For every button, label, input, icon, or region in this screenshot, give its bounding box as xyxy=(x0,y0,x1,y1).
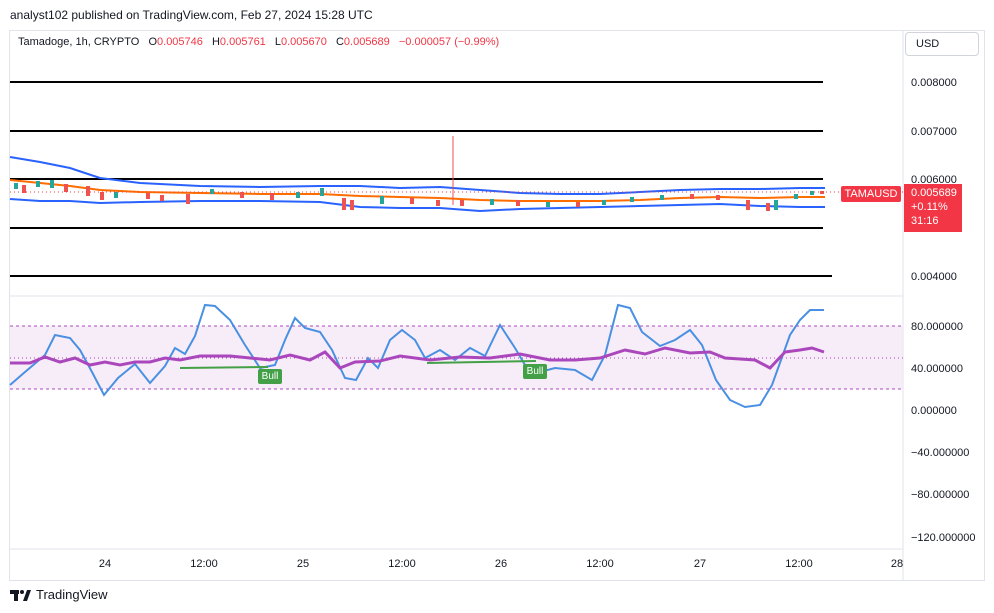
last-price-tag: 0.005689 +0.11% 31:16 xyxy=(904,184,962,232)
price-axis-label: 0.008000 xyxy=(911,77,957,89)
indicator-axis-label: 40.000000 xyxy=(911,363,963,375)
candle xyxy=(86,186,90,196)
time-axis-label: 12:00 xyxy=(785,558,813,570)
symbol-price-tag: TAMAUSD xyxy=(841,186,901,202)
bull-divergence-line xyxy=(179,366,269,369)
candlesticks xyxy=(14,180,824,211)
tradingview-logo-icon xyxy=(10,589,31,601)
candle xyxy=(342,198,346,210)
candle xyxy=(794,194,798,199)
horizontal-levels xyxy=(10,81,832,277)
candle xyxy=(186,194,190,204)
time-axis-label: 12:00 xyxy=(388,558,416,570)
candle xyxy=(240,192,244,198)
candle xyxy=(160,195,164,201)
time-axis-label: 26 xyxy=(495,558,507,570)
candle xyxy=(436,200,440,206)
candle xyxy=(660,195,664,200)
indicator-axis-label: 80.000000 xyxy=(911,321,963,333)
time-axis-label: 24 xyxy=(99,558,111,570)
time-axis-label: 25 xyxy=(297,558,309,570)
upper-band xyxy=(9,156,825,195)
candle xyxy=(766,203,770,211)
indicator-axis-label: −80.000000 xyxy=(911,489,969,501)
candle xyxy=(690,194,694,199)
candle xyxy=(630,197,634,202)
tradingview-logo[interactable]: TradingView xyxy=(10,587,108,602)
candle xyxy=(774,200,778,210)
lower-band xyxy=(9,198,825,213)
candle xyxy=(50,180,54,188)
candle xyxy=(716,195,720,200)
candle xyxy=(296,192,300,198)
bull-divergence-label: Bull xyxy=(523,364,547,379)
moving-average xyxy=(9,179,825,202)
candle xyxy=(576,202,580,207)
bull-divergence-label: Bull xyxy=(258,369,282,384)
candle xyxy=(146,193,150,199)
candle xyxy=(410,198,414,204)
indicator-axis-label: 0.000000 xyxy=(911,405,957,417)
tradingview-brand: TradingView xyxy=(36,587,108,602)
time-axis-label: 12:00 xyxy=(586,558,614,570)
candle xyxy=(602,200,606,205)
candle xyxy=(64,184,68,192)
indicator-axis-label: −120.000000 xyxy=(911,532,976,544)
candle xyxy=(36,181,40,187)
candle xyxy=(380,196,384,204)
candle xyxy=(516,200,520,206)
candle xyxy=(490,199,494,205)
candle xyxy=(350,200,354,210)
candle xyxy=(114,192,118,198)
candle xyxy=(100,192,104,200)
bar-countdown: 31:16 xyxy=(911,215,939,227)
indicator-axis-label: −40.000000 xyxy=(911,447,969,459)
chart-canvas[interactable]: 0.008000 0.007000 0.006000 0.004000 80.0… xyxy=(0,0,994,613)
candle xyxy=(746,200,750,210)
candle xyxy=(460,200,464,206)
price-axis-label: 0.007000 xyxy=(911,126,957,138)
candle xyxy=(546,202,550,207)
time-axis-label: 12:00 xyxy=(190,558,218,570)
price-axis-label: 0.004000 xyxy=(911,271,957,283)
candle xyxy=(270,193,274,200)
time-axis-label: 28 xyxy=(891,558,903,570)
time-axis-label: 27 xyxy=(694,558,706,570)
candle xyxy=(14,183,18,189)
last-price-value: 0.005689 xyxy=(911,187,957,199)
last-price-change: +0.11% xyxy=(911,201,948,213)
